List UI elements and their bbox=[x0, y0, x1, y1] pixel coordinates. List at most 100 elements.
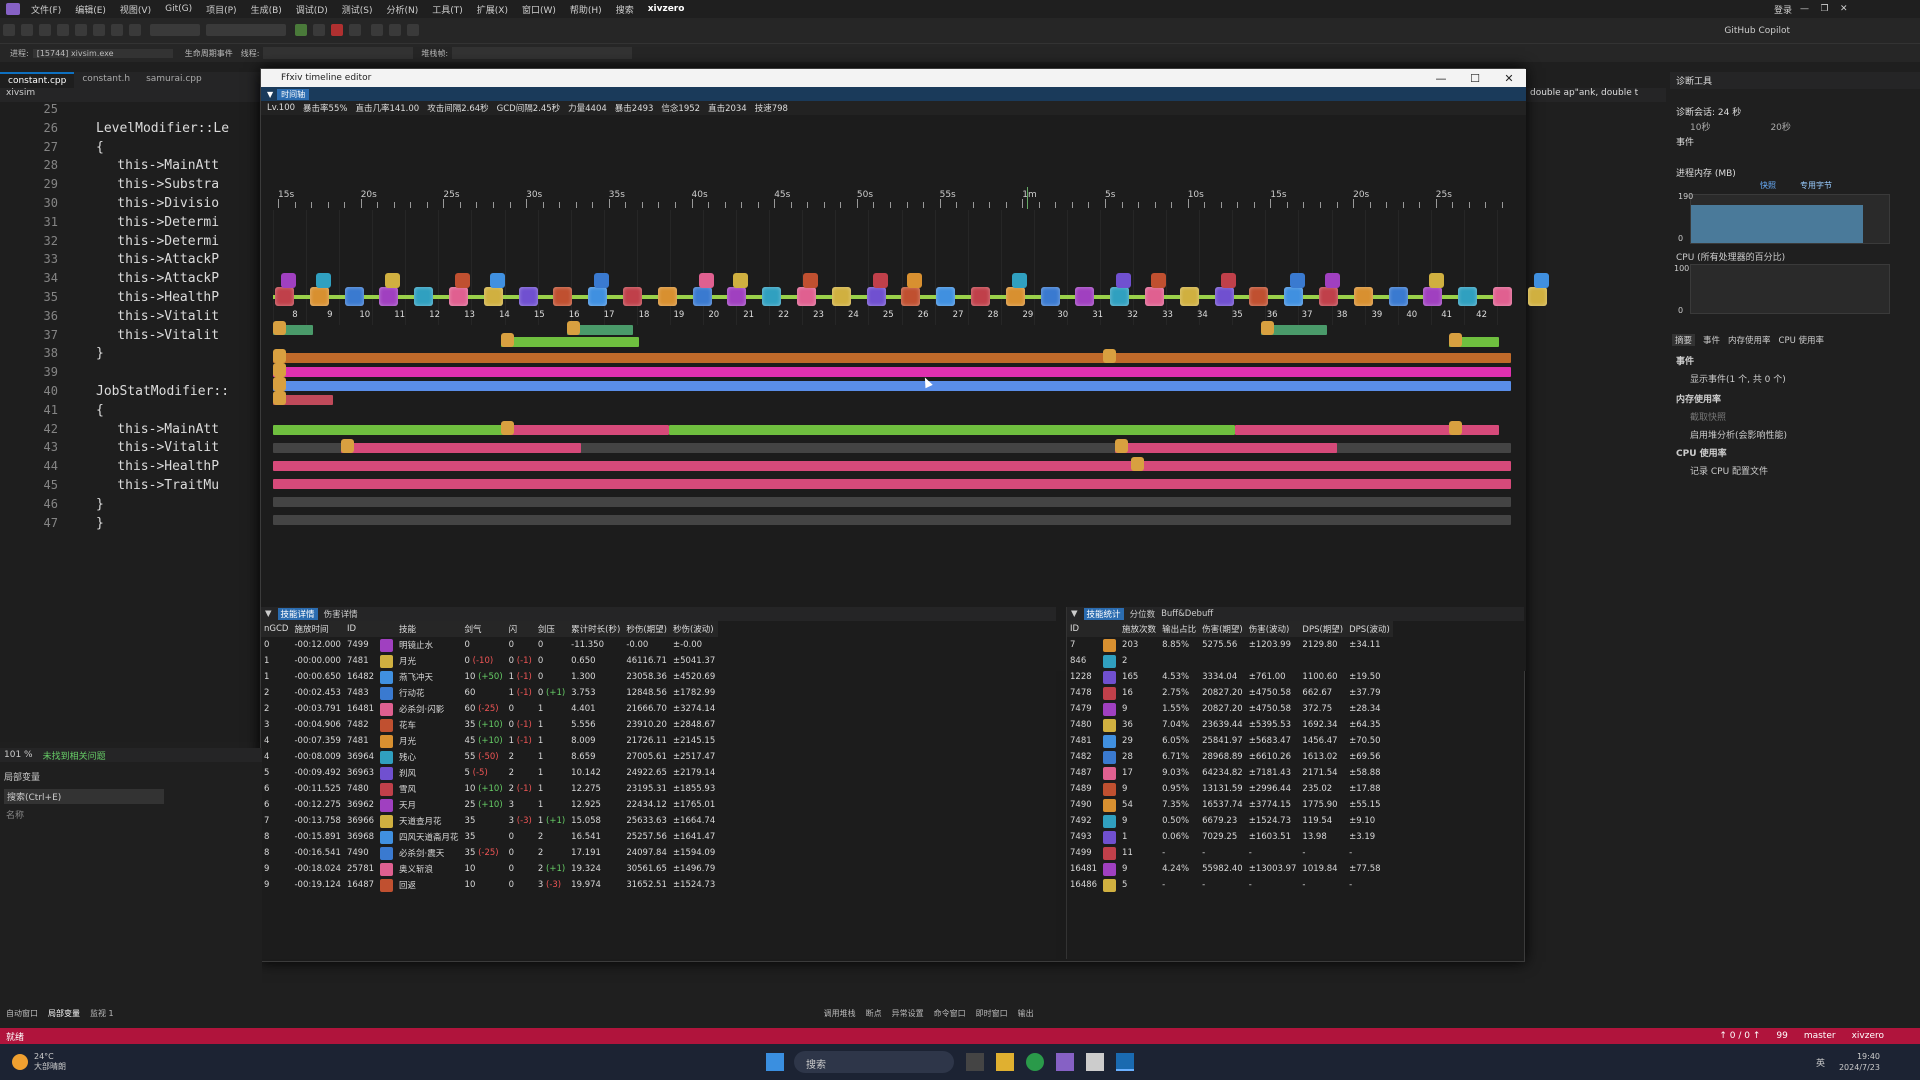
config-dropdown[interactable] bbox=[150, 24, 201, 36]
tab-breakpoints[interactable]: 断点 bbox=[866, 1008, 882, 1019]
tab-buff-debuff[interactable]: Buff&Debuff bbox=[1161, 609, 1213, 619]
code-line[interactable]: this->AttackP bbox=[86, 252, 219, 267]
gcd-skill-icon[interactable] bbox=[692, 287, 712, 306]
tab-constant-h[interactable]: constant.h bbox=[74, 72, 138, 88]
minimize-button[interactable]: — bbox=[1424, 72, 1458, 85]
buff-bar[interactable] bbox=[273, 479, 1511, 489]
playhead-marker[interactable] bbox=[1027, 187, 1028, 209]
tab-exceptions[interactable]: 异常设置 bbox=[892, 1008, 924, 1019]
column-header[interactable]: nGCD bbox=[261, 621, 292, 637]
process-dropdown[interactable]: [15744] xivsim.exe bbox=[32, 48, 173, 58]
gcd-skill-icon[interactable] bbox=[971, 287, 990, 306]
back-icon[interactable] bbox=[3, 24, 15, 36]
menu-project[interactable]: 项目(P) bbox=[199, 3, 243, 16]
buff-bar[interactable] bbox=[273, 425, 507, 435]
gcd-skill-icon[interactable] bbox=[657, 287, 677, 306]
gcd-skill-icon[interactable] bbox=[1319, 287, 1338, 306]
clock-time[interactable]: 19:40 bbox=[1839, 1051, 1880, 1062]
gcd-skill-icon[interactable] bbox=[449, 287, 468, 306]
weather-icon[interactable] bbox=[12, 1054, 28, 1070]
column-header[interactable]: ID bbox=[343, 621, 378, 637]
buff-icon[interactable] bbox=[1449, 333, 1462, 347]
buff-icon[interactable] bbox=[273, 377, 286, 391]
buff-icon[interactable] bbox=[501, 421, 514, 435]
buff-icon[interactable] bbox=[1131, 457, 1144, 471]
tab-watch[interactable]: 监视 1 bbox=[90, 1008, 114, 1019]
buff-bar[interactable] bbox=[507, 425, 669, 435]
table-row[interactable]: 2 -00:03.791 16481 必杀剑·闪影 60 (-25) 0 1 4.401 216… bbox=[261, 701, 718, 717]
table-row[interactable]: 7489 9 0.95% 13131.59 ±2996.44 235.02 ±17.88 bbox=[1067, 781, 1393, 797]
forward-icon[interactable] bbox=[21, 24, 33, 36]
tab-samurai-cpp[interactable]: samurai.cpp bbox=[138, 72, 210, 88]
gcd-skill-icon[interactable] bbox=[1179, 287, 1199, 306]
menu-view[interactable]: 视图(V) bbox=[113, 3, 158, 16]
table-row[interactable]: 7478 16 2.75% 20827.20 ±4750.58 662.67 ±37.79 bbox=[1067, 685, 1393, 701]
buff-icon[interactable] bbox=[567, 321, 580, 335]
frame-dropdown[interactable] bbox=[452, 47, 633, 59]
table-row[interactable]: 8 -00:16.541 7490 必杀剑·震天 35 (-25) 0 2 17.191 240… bbox=[261, 845, 718, 861]
column-header[interactable]: 累计时长(秒) bbox=[568, 621, 624, 637]
code-editor[interactable]: 25 26 LevelModifier::Le 27{28 this->MainAtt… bbox=[0, 102, 262, 742]
table-row[interactable]: 9 -00:18.024 25781 奥义斩浪 10 0 2 (+1) 19.324 30561… bbox=[261, 861, 718, 877]
save-icon[interactable] bbox=[75, 24, 87, 36]
right-code-peek[interactable]: double ap"ank, double t bbox=[1526, 88, 1666, 102]
column-header[interactable] bbox=[1100, 621, 1120, 637]
restart-icon[interactable] bbox=[349, 24, 362, 36]
continue-icon[interactable] bbox=[295, 24, 308, 36]
table-row[interactable]: 7499 11 - - - - - bbox=[1067, 845, 1393, 861]
code-line[interactable]: this->MainAtt bbox=[86, 422, 219, 437]
ogcd-skill-icon[interactable] bbox=[1151, 273, 1166, 288]
table-row[interactable]: 7482 28 6.71% 28968.89 ±6610.26 1613.02 ±69.56 bbox=[1067, 749, 1393, 765]
column-header[interactable]: 闪 bbox=[505, 621, 535, 637]
chrome-icon[interactable] bbox=[1026, 1053, 1044, 1071]
buff-icon[interactable] bbox=[273, 391, 286, 405]
code-line[interactable]: JobStatModifier:: bbox=[96, 384, 229, 399]
ogcd-skill-icon[interactable] bbox=[1533, 273, 1549, 288]
gcd-skill-icon[interactable] bbox=[1040, 287, 1060, 306]
collapse-icon[interactable]: ▼ bbox=[267, 90, 273, 99]
code-line[interactable]: this->Determi bbox=[86, 234, 219, 249]
gcd-skill-icon[interactable] bbox=[1388, 287, 1408, 306]
code-line[interactable]: } bbox=[96, 346, 104, 361]
tab-timeline[interactable]: 时间轴 bbox=[277, 88, 310, 100]
start-icon[interactable] bbox=[766, 1053, 784, 1071]
gcd-skill-icon[interactable] bbox=[623, 287, 642, 306]
tab-quantile[interactable]: 分位数 bbox=[1130, 608, 1156, 620]
menu-debug[interactable]: 调试(D) bbox=[289, 3, 335, 16]
maximize-button[interactable]: ☐ bbox=[1458, 72, 1492, 85]
table-row[interactable]: 7490 54 7.35% 16537.74 ±3774.15 1775.90 ±55.15 bbox=[1067, 797, 1393, 813]
taskview-icon[interactable] bbox=[966, 1053, 984, 1071]
take-snapshot[interactable]: 截取快照 bbox=[1690, 410, 1726, 423]
table-row[interactable]: 16481 9 4.24% 55982.40 ±13003.97 1019.84 ±77.5… bbox=[1067, 861, 1393, 877]
table-row[interactable]: 7487 17 9.03% 64234.82 ±7181.43 2171.54 ±58.88 bbox=[1067, 765, 1393, 781]
column-header[interactable]: 剑气 bbox=[461, 621, 506, 637]
code-line[interactable]: LevelModifier::Le bbox=[96, 121, 229, 136]
tab-skill-stats[interactable]: 技能统计 bbox=[1083, 608, 1124, 620]
copilot-button[interactable]: GitHub Copilot bbox=[1724, 26, 1790, 36]
gcd-skill-icon[interactable] bbox=[344, 287, 364, 306]
menu-tools[interactable]: 工具(T) bbox=[425, 3, 470, 16]
table-row[interactable]: 5 -00:09.492 36963 刹风 5 (-5) 2 1 10.142 24922.65… bbox=[261, 765, 718, 781]
ogcd-skill-icon[interactable] bbox=[281, 273, 296, 288]
status-repo[interactable]: xivzero bbox=[1852, 1031, 1884, 1041]
code-line[interactable]: this->HealthP bbox=[86, 459, 219, 474]
explorer-icon[interactable] bbox=[996, 1053, 1014, 1071]
gcd-skill-icon[interactable] bbox=[936, 287, 956, 306]
buff-icon[interactable] bbox=[1261, 321, 1274, 335]
gcd-skill-icon[interactable] bbox=[831, 287, 851, 306]
tab-cpu[interactable]: CPU 使用率 bbox=[1779, 334, 1825, 346]
tab-command[interactable]: 命令窗口 bbox=[934, 1008, 966, 1019]
gcd-skill-icon[interactable] bbox=[414, 287, 434, 306]
column-header[interactable]: 输出占比 bbox=[1159, 621, 1200, 637]
gcd-skill-icon[interactable] bbox=[1493, 287, 1512, 306]
table-row[interactable]: 7493 1 0.06% 7029.25 ±1603.51 13.98 ±3.19 bbox=[1067, 829, 1393, 845]
step-over-icon[interactable] bbox=[370, 24, 383, 36]
ogcd-skill-icon[interactable] bbox=[698, 273, 714, 288]
gcd-skill-icon[interactable] bbox=[762, 287, 782, 306]
buff-bar[interactable] bbox=[273, 515, 1511, 525]
tab-immediate[interactable]: 即时窗口 bbox=[976, 1008, 1008, 1019]
clock-date[interactable]: 2024/7/23 bbox=[1839, 1062, 1880, 1073]
gcd-skill-icon[interactable] bbox=[901, 287, 921, 306]
column-header[interactable]: 施放时间 bbox=[291, 621, 344, 637]
gcd-skill-icon[interactable] bbox=[553, 287, 573, 306]
